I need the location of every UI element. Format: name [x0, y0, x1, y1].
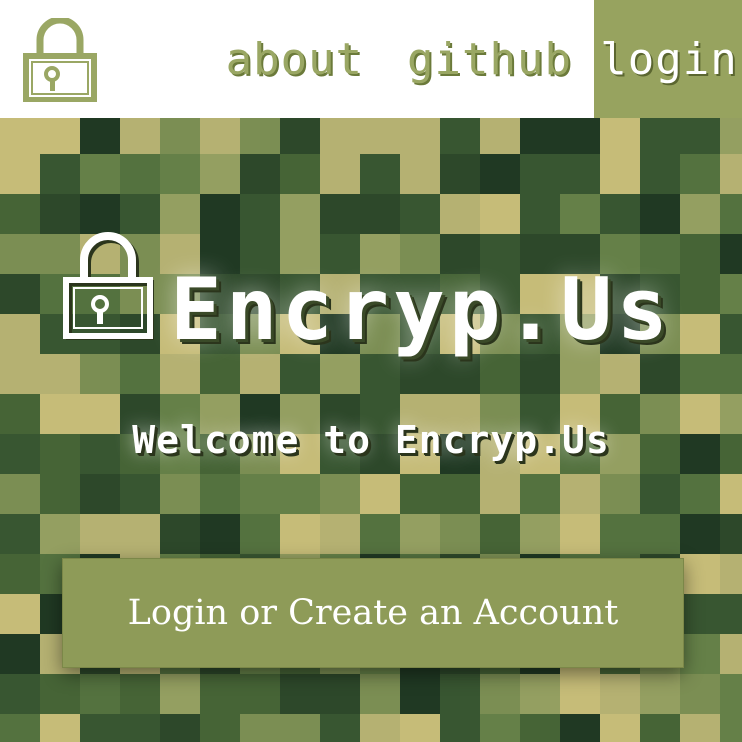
brand-name: Encryp.Us: [170, 260, 672, 360]
site-header: about github login: [0, 0, 742, 118]
lock-icon: [63, 232, 153, 339]
welcome-heading: Welcome to Encryp.Us: [132, 418, 610, 462]
main-nav: about github login: [204, 0, 742, 118]
lock-icon[interactable]: [22, 18, 98, 102]
brand: Encryp.Us: [62, 230, 702, 370]
nav-about-link[interactable]: about: [204, 0, 385, 118]
nav-login-link[interactable]: login: [594, 0, 742, 118]
nav-github-link[interactable]: github: [385, 0, 594, 118]
login-create-account-button[interactable]: Login or Create an Account: [62, 558, 684, 668]
